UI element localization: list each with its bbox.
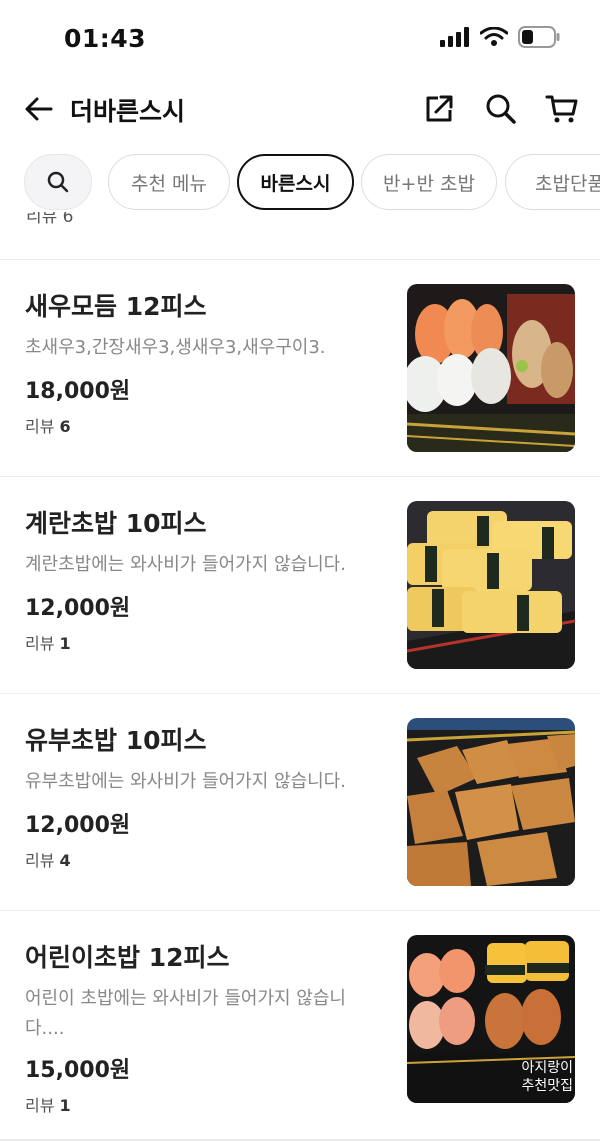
wifi-icon <box>480 27 508 46</box>
search-button[interactable] <box>484 92 518 126</box>
status-bar: 01:43 <box>0 0 600 80</box>
item-description: 유부초밥에는 와사비가 들어가지 않습니다. <box>25 771 346 792</box>
menu-item[interactable]: 유부초밥 10피스 유부초밥에는 와사비가 들어가지 않습니다. 12,000원… <box>0 693 600 909</box>
chip-bareun-sushi[interactable]: 바른스시 <box>237 154 354 210</box>
page-title: 더바른스시 <box>70 97 186 126</box>
item-description: 계란초밥에는 와사비가 들어가지 않습니다. <box>25 554 346 575</box>
battery-icon <box>518 26 560 48</box>
search-icon <box>486 94 516 124</box>
item-price: 12,000원 <box>25 813 131 838</box>
item-review: 리뷰 1 <box>25 634 71 653</box>
previous-item-review-cutoff: 리뷰 6 <box>26 212 74 226</box>
status-time: 01:43 <box>64 24 147 53</box>
header: 더바른스시 <box>0 80 600 140</box>
item-price: 12,000원 <box>25 596 131 621</box>
item-description: 어린이 초밥에는 와사비가 들어가지 않습니다.... <box>25 988 346 1039</box>
chip-half-half-sushi[interactable]: 반+반 초밥 <box>361 154 497 210</box>
signal-icon <box>440 27 469 47</box>
menu-item[interactable]: 새우모듬 12피스 초새우3,간장새우3,생새우3,새우구이3. 18,000원… <box>0 259 600 475</box>
menu-item[interactable]: 어린이초밥 12피스 어린이 초밥에는 와사비가 들어가지 않습니다.... 1… <box>0 910 600 1140</box>
cart-button[interactable] <box>545 92 579 126</box>
chip-single-sushi[interactable]: 초밥단품 <box>505 154 600 210</box>
image-caption: 아지랑이 추천맛집 <box>521 1060 573 1094</box>
chip-search-button[interactable] <box>24 154 92 210</box>
cart-icon <box>545 95 578 123</box>
item-image-egg-sushi <box>407 501 575 669</box>
search-icon <box>47 171 69 193</box>
item-price: 15,000원 <box>25 1058 131 1083</box>
share-button[interactable] <box>422 92 456 126</box>
item-image-inari-sushi <box>407 718 575 886</box>
menu-item[interactable]: 계란초밥 10피스 계란초밥에는 와사비가 들어가지 않습니다. 12,000원… <box>0 476 600 692</box>
item-description: 초새우3,간장새우3,생새우3,새우구이3. <box>25 337 326 358</box>
item-name: 유부초밥 10피스 <box>25 726 207 755</box>
item-name: 어린이초밥 12피스 <box>25 943 230 972</box>
category-chips: 추천 메뉴 바른스시 반+반 초밥 초밥단품 <box>0 154 600 212</box>
chip-recommended[interactable]: 추천 메뉴 <box>108 154 230 210</box>
item-image-shrimp-sushi <box>407 284 575 452</box>
arrow-left-icon <box>25 97 53 121</box>
divider <box>0 1139 600 1141</box>
item-review: 리뷰 1 <box>25 1096 71 1115</box>
back-button[interactable] <box>22 92 56 126</box>
item-review: 리뷰 6 <box>25 417 71 436</box>
item-price: 18,000원 <box>25 379 131 404</box>
status-icons <box>440 26 560 48</box>
share-icon <box>426 95 453 122</box>
item-name: 새우모듬 12피스 <box>25 292 207 321</box>
item-image-kids-sushi: 아지랑이 추천맛집 <box>407 935 575 1103</box>
item-review: 리뷰 4 <box>25 851 71 870</box>
item-name: 계란초밥 10피스 <box>25 509 207 538</box>
